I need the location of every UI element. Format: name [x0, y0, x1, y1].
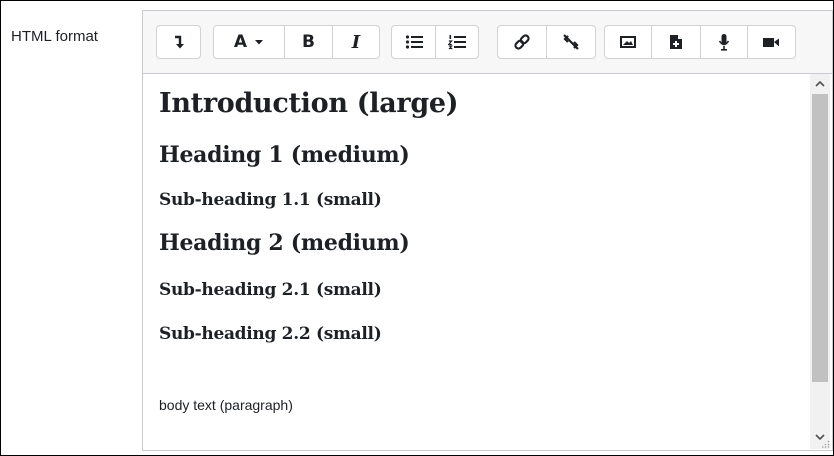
small-subheading-2-2: Sub-heading 2.2 (small) [159, 324, 382, 344]
record-video-button[interactable] [748, 26, 795, 58]
html-editor: A B I Introduction (large) Heading 1 (me… [142, 10, 833, 451]
html-format-label: HTML format [11, 28, 98, 45]
toolbar-group-text: A B I [213, 25, 380, 59]
editor-content-area[interactable]: Introduction (large) Heading 1 (medium) … [143, 74, 810, 449]
image-icon [620, 36, 637, 48]
editor-toolbar: A B I [143, 11, 832, 74]
numbered-list-icon [448, 35, 466, 50]
microphone-icon [718, 34, 729, 51]
record-audio-button[interactable] [701, 26, 748, 58]
link-button[interactable] [498, 26, 547, 58]
unlink-button[interactable] [547, 26, 595, 58]
video-camera-icon [763, 38, 780, 47]
insert-image-button[interactable] [605, 26, 653, 58]
chevron-down-icon [255, 40, 264, 45]
vertical-scrollbar[interactable] [810, 74, 830, 449]
link-icon [514, 34, 530, 50]
bold-letter: B [302, 32, 315, 52]
large-heading: Introduction (large) [159, 88, 459, 119]
arrow-down-toggle-icon [174, 35, 184, 49]
scrollbar-thumb[interactable] [812, 94, 828, 382]
medium-heading-1: Heading 1 (medium) [159, 142, 410, 168]
small-subheading-1-1: Sub-heading 1.1 (small) [159, 190, 382, 210]
font-size-letter: A [233, 32, 248, 52]
bold-button[interactable]: B [285, 26, 333, 58]
toolbar-group-links [497, 25, 596, 59]
italic-letter: I [351, 31, 361, 53]
font-size-dropdown-button[interactable]: A [214, 26, 285, 58]
file-icon [669, 35, 682, 49]
bullet-list-icon [405, 35, 423, 49]
toolbar-group-media [604, 25, 796, 59]
medium-heading-2: Heading 2 (medium) [159, 230, 410, 256]
small-subheading-2-1: Sub-heading 2.1 (small) [159, 280, 382, 300]
toolbar-group-lists [391, 25, 479, 59]
scroll-up-arrow-icon[interactable] [810, 76, 830, 92]
toolbar-group-toggle [156, 25, 201, 59]
unlink-icon [563, 34, 579, 50]
italic-button[interactable]: I [333, 26, 379, 58]
ordered-list-button[interactable] [436, 26, 478, 58]
resize-grip-icon[interactable] [822, 440, 830, 448]
insert-media-button[interactable] [652, 26, 701, 58]
body-paragraph: body text (paragraph) [159, 397, 293, 413]
show-more-buttons-button[interactable] [157, 26, 200, 58]
unordered-list-button[interactable] [392, 26, 436, 58]
